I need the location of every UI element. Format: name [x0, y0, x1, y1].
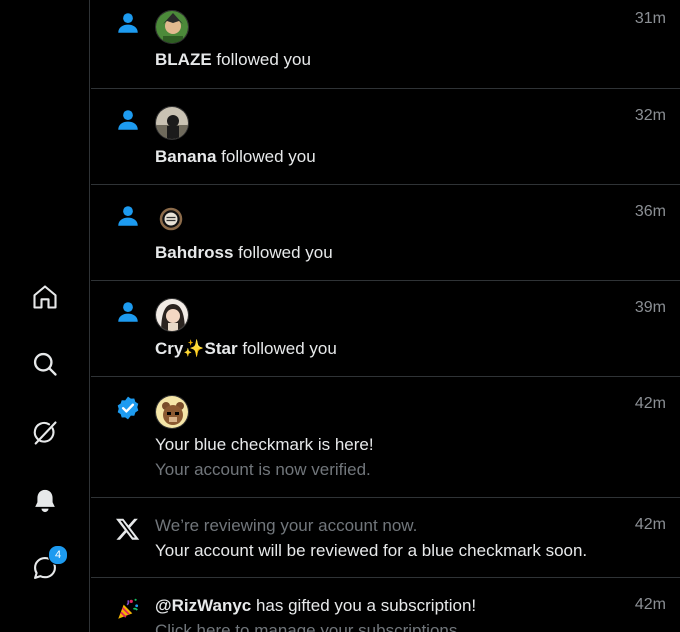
notification-body: Your account will be reviewed for a blue…	[155, 541, 588, 560]
avatar[interactable]	[155, 203, 187, 235]
messages-badge: 4	[48, 545, 68, 565]
explore-button[interactable]	[26, 345, 64, 383]
manage-subscriptions-link[interactable]: Click here to manage your subscriptions	[155, 621, 457, 632]
notification-action: has gifted you a subscription!	[251, 596, 477, 615]
timestamp: 42m	[634, 596, 666, 613]
notification-text: BLAZE followed you	[155, 50, 311, 70]
notification-title: We’re reviewing your account now.	[155, 516, 418, 535]
notification-subtitle: Your account is now verified.	[155, 460, 371, 479]
search-icon	[33, 352, 57, 376]
notification-item[interactable]: 32m Banana followed you	[91, 89, 680, 185]
person-icon	[118, 302, 138, 322]
user-name[interactable]: Banana	[155, 147, 216, 166]
avatar[interactable]	[155, 106, 189, 140]
notifications-button[interactable]	[26, 482, 64, 520]
party-popper-icon	[118, 598, 139, 619]
notification-text: @RizWanyc has gifted you a subscription!	[155, 596, 476, 616]
notification-text: Cry✨Star followed you	[155, 339, 337, 359]
person-icon	[118, 206, 138, 226]
timestamp: 32m	[634, 107, 666, 124]
messages-button[interactable]: 4	[26, 545, 68, 587]
user-name[interactable]: BLAZE	[155, 50, 212, 69]
x-logo-icon	[115, 518, 140, 540]
timestamp: 42m	[634, 516, 666, 533]
verified-badge-icon	[117, 396, 139, 420]
notification-item[interactable]: 39m Cry✨Star followed you	[91, 281, 680, 377]
grok-icon	[33, 421, 57, 445]
notifications-feed: 31m BLAZE followed you 32m Banana follow…	[91, 0, 680, 632]
notification-item[interactable]: 42m We’re reviewing your account now. Yo…	[91, 498, 680, 578]
person-icon	[118, 110, 138, 130]
timestamp: 31m	[634, 10, 666, 27]
avatar[interactable]	[155, 395, 189, 429]
user-name[interactable]: Bahdross	[155, 243, 233, 262]
notification-action: followed you	[211, 50, 311, 69]
timestamp: 36m	[634, 203, 666, 220]
notification-title: Your blue checkmark is here!	[155, 435, 374, 454]
notification-item[interactable]: 42m Your blue checkmark is here! Your ac…	[91, 377, 680, 498]
user-name[interactable]: @RizWanyc	[155, 596, 251, 615]
bell-icon	[35, 489, 55, 513]
avatar[interactable]	[155, 298, 189, 332]
notification-item[interactable]: 36m Bahdross followed you	[91, 185, 680, 281]
sidebar-nav: 4	[0, 0, 90, 632]
avatar[interactable]	[155, 10, 189, 44]
notification-item[interactable]: 31m BLAZE followed you	[91, 0, 680, 89]
person-icon	[118, 13, 138, 33]
home-button[interactable]	[26, 278, 64, 316]
notification-text: Bahdross followed you	[155, 243, 333, 263]
notification-text: Banana followed you	[155, 147, 316, 167]
notification-action: followed you	[233, 243, 333, 262]
home-icon	[33, 285, 57, 309]
timestamp: 39m	[634, 299, 666, 316]
notification-action: followed you	[216, 147, 316, 166]
notification-action: followed you	[237, 339, 337, 358]
grok-button[interactable]	[26, 414, 64, 452]
notification-item[interactable]: 42m @RizWanyc has gifted you a subscript…	[91, 578, 680, 632]
timestamp: 42m	[634, 395, 666, 412]
user-name[interactable]: Cry✨Star	[155, 339, 238, 358]
